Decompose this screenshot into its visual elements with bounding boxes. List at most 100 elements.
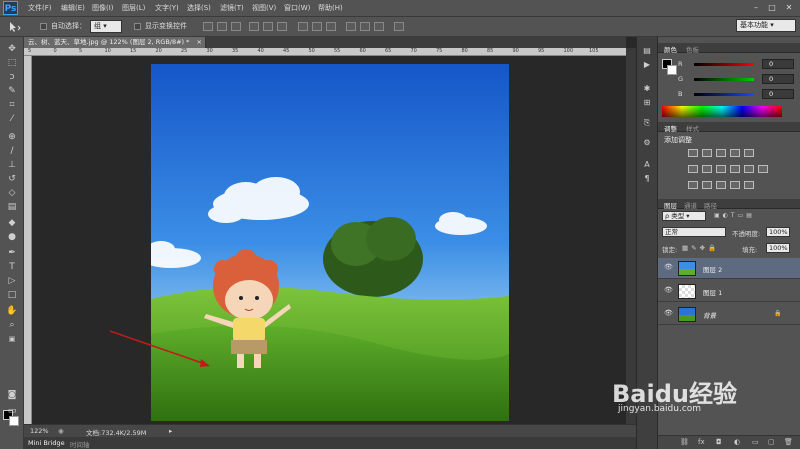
slider-g-value[interactable]: 0 <box>762 74 794 84</box>
menu-file[interactable]: 文件(F) <box>28 3 52 13</box>
healing-brush-icon[interactable]: ⊕ <box>5 131 19 143</box>
curves-icon[interactable] <box>716 149 726 157</box>
menu-edit[interactable]: 编辑(E) <box>61 3 85 13</box>
align-hcenter-icon[interactable] <box>263 22 273 31</box>
screen-mode-icon[interactable]: ▭ <box>5 405 19 417</box>
character-panel-icon[interactable]: A <box>640 159 654 171</box>
layer-row-1[interactable]: 👁 图层 1 <box>658 281 800 302</box>
adjustment-icon[interactable]: ◐ <box>734 438 740 446</box>
auto-select-dropdown[interactable]: 组 ▾ <box>90 20 122 33</box>
menu-layer[interactable]: 图层(L) <box>122 3 145 13</box>
align-right-icon[interactable] <box>277 22 287 31</box>
brush-panel-icon[interactable]: ✱ <box>640 83 654 95</box>
slider-r-value[interactable]: 0 <box>762 59 794 69</box>
shape-icon[interactable]: □ <box>5 289 19 301</box>
workspace-dropdown[interactable]: 基本功能 ▾ <box>736 19 796 32</box>
zoom-icon[interactable]: ⌕ <box>5 319 19 331</box>
menu-select[interactable]: 选择(S) <box>187 3 211 13</box>
tab-adjustments[interactable]: 调整 <box>664 123 677 133</box>
document-tab-close[interactable]: × <box>197 37 202 48</box>
blend-mode-dropdown[interactable]: 正常 <box>662 227 726 237</box>
show-transform-checkbox[interactable] <box>134 23 141 30</box>
slider-b-bar[interactable] <box>694 93 754 96</box>
align-left-icon[interactable] <box>249 22 259 31</box>
distribute-left-icon[interactable] <box>346 22 356 31</box>
photo-filter-icon[interactable] <box>730 165 740 173</box>
fill-input[interactable]: 100% <box>766 243 790 253</box>
visibility-eye-icon[interactable]: 👁 <box>664 286 673 294</box>
fx-icon[interactable]: fx <box>698 438 705 446</box>
tab-swatches[interactable]: 色板 <box>686 44 699 54</box>
layer-filter-dropdown[interactable]: ρ 类型 ▾ <box>662 211 706 221</box>
slider-r[interactable]: R 0 <box>678 59 798 69</box>
align-bottom-icon[interactable] <box>231 22 241 31</box>
layer-name[interactable]: 图层 2 <box>703 264 722 274</box>
posterize-icon[interactable] <box>702 181 712 189</box>
blur-icon[interactable]: ◆ <box>5 217 19 229</box>
close-button[interactable]: ✕ <box>783 2 795 13</box>
trash-icon[interactable]: 🗑 <box>784 438 793 446</box>
eraser-icon[interactable]: ◇ <box>5 187 19 199</box>
color-balance-icon[interactable] <box>702 165 712 173</box>
path-select-icon[interactable]: ▷ <box>5 275 19 287</box>
maximize-button[interactable]: □ <box>766 2 778 13</box>
exposure-icon[interactable] <box>730 149 740 157</box>
new-layer-icon[interactable]: ▢ <box>768 438 775 446</box>
menu-filter[interactable]: 滤镜(T) <box>220 3 244 13</box>
align-top-icon[interactable] <box>203 22 213 31</box>
folder-icon[interactable]: ▭ <box>752 438 759 446</box>
layer-row-2[interactable]: 👁 图层 2 <box>658 258 800 279</box>
zoom-level[interactable]: 122% <box>30 427 49 435</box>
distribute-vcenter-icon[interactable] <box>312 22 322 31</box>
visibility-eye-icon[interactable]: 👁 <box>664 309 673 317</box>
lasso-icon[interactable]: ↄ <box>5 71 19 83</box>
type-icon[interactable]: T <box>5 261 19 273</box>
menu-view[interactable]: 视图(V) <box>252 3 276 13</box>
slider-g-bar[interactable] <box>694 78 754 81</box>
tab-paths[interactable]: 路径 <box>704 200 717 210</box>
actions-panel-icon[interactable]: ▶ <box>640 59 654 71</box>
eyedropper-icon[interactable]: ⁄ <box>5 113 19 125</box>
brightness-icon[interactable] <box>688 149 698 157</box>
clone-stamp-icon[interactable]: ⊥ <box>5 159 19 171</box>
slider-b[interactable]: B 0 <box>678 89 798 99</box>
color-lookup-icon[interactable] <box>758 165 768 173</box>
status-menu-icon[interactable]: ◉ <box>58 427 64 435</box>
brush-presets-icon[interactable]: ⊞ <box>640 97 654 109</box>
quick-select-icon[interactable]: ✎ <box>5 85 19 97</box>
distribute-top-icon[interactable] <box>298 22 308 31</box>
brush-icon[interactable]: ∕ <box>5 145 19 157</box>
tab-layers[interactable]: 图层 <box>664 200 677 210</box>
auto-align-icon[interactable] <box>394 22 404 31</box>
distribute-hcenter-icon[interactable] <box>360 22 370 31</box>
lock-icons[interactable]: ▦✎✥🔒 <box>682 244 719 252</box>
layer-name[interactable]: 图层 1 <box>703 287 722 297</box>
background-color-swatch[interactable] <box>9 416 19 426</box>
slider-g[interactable]: G 0 <box>678 74 798 84</box>
paragraph-panel-icon[interactable]: ¶ <box>640 173 654 185</box>
vertical-scrollbar[interactable] <box>626 48 636 424</box>
gradient-map-icon[interactable] <box>730 181 740 189</box>
align-vcenter-icon[interactable] <box>217 22 227 31</box>
slider-b-value[interactable]: 0 <box>762 89 794 99</box>
mask-icon[interactable]: ◘ <box>716 438 722 446</box>
visibility-eye-icon[interactable]: 👁 <box>664 263 673 271</box>
tab-color[interactable]: 颜色 <box>664 44 677 54</box>
distribute-bottom-icon[interactable] <box>326 22 336 31</box>
clone-source-icon[interactable]: ⎘ <box>640 117 654 129</box>
document-tab[interactable]: 云、树、蓝天、草地.jpg @ 122% (图层 2, RGB/8#) * × <box>24 37 206 48</box>
tab-mini-bridge[interactable]: Mini Bridge <box>28 439 65 447</box>
distribute-right-icon[interactable] <box>374 22 384 31</box>
vibrance-icon[interactable] <box>744 149 754 157</box>
menu-help[interactable]: 帮助(H) <box>318 3 343 13</box>
auto-select-checkbox[interactable] <box>40 23 47 30</box>
black-white-icon[interactable] <box>716 165 726 173</box>
selective-color-icon[interactable] <box>744 181 754 189</box>
gradient-icon[interactable]: ▤ <box>5 201 19 213</box>
move-icon[interactable]: ✥ <box>5 43 19 55</box>
invert-icon[interactable] <box>688 181 698 189</box>
layer-name[interactable]: 背景 <box>703 310 716 320</box>
hue-saturation-icon[interactable] <box>688 165 698 173</box>
menu-image[interactable]: 图像(I) <box>92 3 114 13</box>
quick-mask-icon[interactable]: ◙ <box>5 389 19 401</box>
